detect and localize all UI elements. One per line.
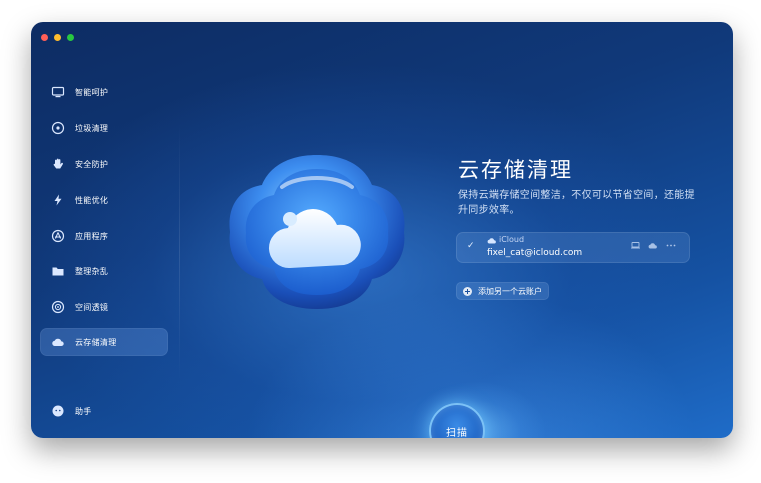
more-icon[interactable]	[666, 244, 676, 247]
lens-icon	[51, 300, 65, 314]
account-actions	[631, 242, 676, 249]
checkmark-icon[interactable]: ✓	[467, 241, 475, 251]
app-store-icon	[51, 229, 65, 243]
plus-icon	[463, 286, 472, 296]
sidebar-item-cloud-cleanup[interactable]: 云存储清理	[40, 328, 168, 356]
sidebar-item-label: 安全防护	[75, 159, 109, 169]
sidebar-item-performance[interactable]: 性能优化	[40, 186, 168, 214]
account-email: fixel_cat@icloud.com	[487, 248, 583, 258]
lightning-icon	[51, 193, 65, 207]
sidebar-item-label: 性能优化	[75, 195, 109, 205]
sidebar-item-protection[interactable]: 安全防护	[40, 150, 168, 178]
sidebar-item-label: 应用程序	[75, 231, 109, 241]
hand-icon	[51, 157, 65, 171]
cloud-account-card[interactable]: ✓ iCloud fixel_cat@icloud.com	[456, 232, 690, 263]
sidebar-item-assistant[interactable]: 助手	[40, 397, 168, 425]
folder-icon	[51, 264, 65, 278]
sidebar-item-label: 云存储清理	[75, 337, 117, 347]
account-provider: iCloud	[499, 235, 525, 244]
sidebar-item-applications[interactable]: 应用程序	[40, 222, 168, 250]
sidebar-item-smart-care[interactable]: 智能呵护	[40, 78, 168, 106]
page-title: 云存储清理	[458, 158, 573, 182]
monitor-icon	[51, 85, 65, 99]
add-account-button[interactable]: 添加另一个云账户	[456, 282, 549, 300]
sidebar-item-label: 空间透镜	[75, 302, 109, 312]
app-window: 智能呵护 垃圾清理 安全防护 性能优化 应用程序 整理杂乱 空间透镜 云存储清理…	[31, 22, 733, 438]
sidebar-item-clutter[interactable]: 整理杂乱	[40, 257, 168, 285]
sidebar-item-cleanup[interactable]: 垃圾清理	[40, 114, 168, 142]
cloud-icon[interactable]	[648, 242, 658, 249]
assistant-icon	[51, 404, 65, 418]
sidebar-divider	[179, 122, 180, 382]
sidebar-item-label: 整理杂乱	[75, 266, 109, 276]
cloud-icon	[51, 335, 65, 349]
icloud-icon	[487, 238, 496, 244]
sidebar-item-label: 智能呵护	[75, 87, 109, 97]
sidebar-item-label: 助手	[75, 406, 92, 416]
disk-icon	[51, 121, 65, 135]
page-description: 保持云端存储空间整洁，不仅可以节省空间，还能提升同步效率。	[458, 190, 695, 216]
laptop-icon[interactable]	[631, 242, 640, 249]
sidebar: 智能呵护 垃圾清理 安全防护 性能优化 应用程序 整理杂乱 空间透镜 云存储清理…	[31, 22, 179, 438]
cloud-hero-icon	[222, 147, 412, 317]
add-account-label: 添加另一个云账户	[478, 286, 542, 296]
sidebar-item-label: 垃圾清理	[75, 123, 109, 133]
sidebar-item-space-lens[interactable]: 空间透镜	[40, 293, 168, 321]
